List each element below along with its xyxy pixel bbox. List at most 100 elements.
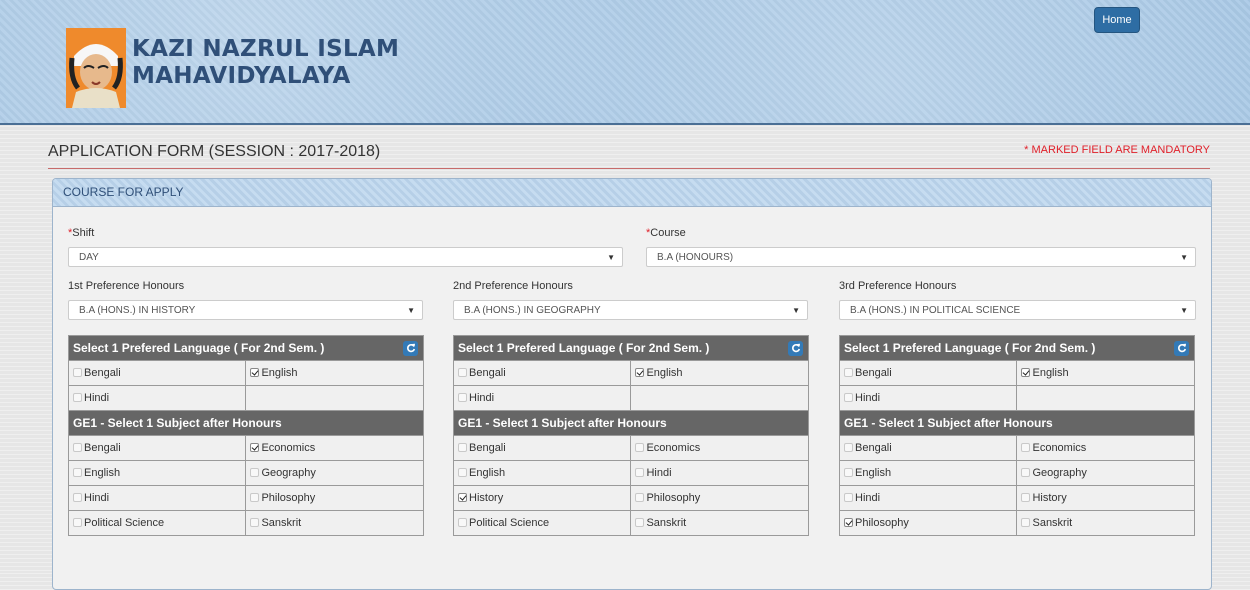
option-cell[interactable]: Economics	[245, 435, 424, 461]
ge-header-row: GE1 - Select 1 Subject after Honours	[839, 410, 1195, 436]
option-cell[interactable]: History	[1016, 485, 1195, 511]
option-cell[interactable]: Hindi	[630, 460, 809, 486]
checkbox[interactable]	[73, 368, 82, 377]
table-row: Political Science Sanskrit	[452, 510, 809, 536]
checkbox[interactable]	[844, 493, 853, 502]
option-cell[interactable]: Geography	[1016, 460, 1195, 486]
refresh-icon[interactable]	[403, 340, 418, 356]
empty-cell	[245, 385, 424, 411]
checkbox[interactable]	[73, 518, 82, 527]
refresh-icon[interactable]	[1174, 340, 1189, 356]
option-cell[interactable]: Sanskrit	[1016, 510, 1195, 536]
checkbox[interactable]	[844, 393, 853, 402]
checkbox[interactable]	[635, 443, 645, 452]
table-row: English Geography	[838, 460, 1195, 486]
option-cell[interactable]: Bengali	[838, 435, 1018, 461]
checkbox[interactable]	[73, 493, 82, 502]
checkbox[interactable]	[844, 368, 853, 377]
checkbox[interactable]	[1021, 468, 1031, 477]
checkbox[interactable]	[1021, 493, 1031, 502]
ge-title: GE1 - Select 1 Subject after Honours	[839, 410, 1195, 436]
checkbox[interactable]	[458, 443, 467, 452]
option-cell[interactable]: English	[67, 460, 247, 486]
option-cell[interactable]: English	[838, 460, 1018, 486]
checkbox[interactable]	[250, 518, 260, 527]
option-cell[interactable]: Bengali	[452, 435, 632, 461]
option-cell[interactable]: Hindi	[67, 485, 247, 511]
checkbox[interactable]	[250, 468, 260, 477]
checkbox[interactable]	[635, 493, 645, 502]
option-cell[interactable]: Geography	[245, 460, 424, 486]
checkbox[interactable]	[635, 518, 645, 527]
table-row: Bengali Economics	[452, 435, 809, 461]
option-cell[interactable]: Bengali	[452, 360, 632, 386]
shift-select[interactable]: DAY ▼	[68, 247, 623, 267]
option-cell[interactable]: Economics	[630, 435, 809, 461]
checkbox[interactable]	[250, 493, 260, 502]
course-select[interactable]: B.A (HONOURS) ▼	[646, 247, 1196, 267]
checkbox[interactable]	[844, 518, 853, 527]
preference-select[interactable]: B.A (HONS.) IN HISTORY ▼	[68, 300, 423, 320]
checkbox[interactable]	[1021, 518, 1031, 527]
option-label: Geography	[1032, 467, 1087, 479]
option-cell[interactable]: Philosophy	[245, 485, 424, 511]
option-label: Geography	[261, 467, 316, 479]
site-header: KAZI NAZRUL ISLAM MAHAVIDYALAYA Home	[0, 0, 1250, 125]
checkbox[interactable]	[458, 518, 467, 527]
language-header-row: Select 1 Prefered Language ( For 2nd Sem…	[453, 335, 809, 361]
panel-heading: COURSE FOR APPLY	[53, 179, 1211, 207]
checkbox[interactable]	[635, 368, 645, 377]
checkbox[interactable]	[458, 493, 467, 502]
option-label: History	[469, 492, 504, 504]
option-cell[interactable]: English	[452, 460, 632, 486]
option-cell[interactable]: Political Science	[452, 510, 632, 536]
refresh-icon[interactable]	[788, 340, 803, 356]
option-cell[interactable]: Philosophy	[630, 485, 809, 511]
college-name-line2: MAHAVIDYALAYA	[132, 63, 351, 89]
option-cell[interactable]: Bengali	[67, 435, 247, 461]
checkbox[interactable]	[458, 393, 467, 402]
option-label: History	[1032, 492, 1067, 504]
option-cell[interactable]: Political Science	[67, 510, 247, 536]
checkbox[interactable]	[73, 443, 82, 452]
option-cell[interactable]: English	[245, 360, 424, 386]
option-cell[interactable]: Hindi	[838, 385, 1018, 411]
table-row: Bengali English	[838, 360, 1195, 386]
checkbox[interactable]	[458, 368, 467, 377]
option-cell[interactable]: Sanskrit	[630, 510, 809, 536]
course-select-value: B.A (HONOURS)	[657, 252, 734, 263]
option-cell[interactable]: Bengali	[67, 360, 247, 386]
option-cell[interactable]: Hindi	[838, 485, 1018, 511]
table-row: Bengali English	[67, 360, 424, 386]
checkbox[interactable]	[1021, 443, 1031, 452]
option-cell[interactable]: History	[452, 485, 632, 511]
language-header: Select 1 Prefered Language ( For 2nd Sem…	[453, 335, 809, 361]
checkbox[interactable]	[844, 443, 853, 452]
home-button[interactable]: Home	[1094, 7, 1140, 33]
option-cell[interactable]: Economics	[1016, 435, 1195, 461]
caret-down-icon: ▼	[1180, 253, 1188, 262]
option-label: Bengali	[855, 442, 892, 454]
option-label: Bengali	[84, 367, 121, 379]
option-cell[interactable]: Hindi	[452, 385, 632, 411]
option-cell[interactable]: Bengali	[838, 360, 1018, 386]
checkbox[interactable]	[250, 443, 260, 452]
option-cell[interactable]: English	[1016, 360, 1195, 386]
checkbox[interactable]	[844, 468, 853, 477]
language-header: Select 1 Prefered Language ( For 2nd Sem…	[68, 335, 424, 361]
preference-select[interactable]: B.A (HONS.) IN POLITICAL SCIENCE ▼	[839, 300, 1196, 320]
preference-label: 3rd Preference Honours	[839, 280, 957, 292]
checkbox[interactable]	[458, 468, 467, 477]
checkbox[interactable]	[1021, 368, 1031, 377]
checkbox[interactable]	[73, 468, 82, 477]
option-cell[interactable]: Sanskrit	[245, 510, 424, 536]
option-cell[interactable]: English	[630, 360, 809, 386]
caret-down-icon: ▼	[792, 306, 800, 315]
option-cell[interactable]: Philosophy	[838, 510, 1018, 536]
option-cell[interactable]: Hindi	[67, 385, 247, 411]
checkbox[interactable]	[250, 368, 260, 377]
table-row: History Philosophy	[452, 485, 809, 511]
checkbox[interactable]	[73, 393, 82, 402]
preference-select[interactable]: B.A (HONS.) IN GEOGRAPHY ▼	[453, 300, 808, 320]
checkbox[interactable]	[635, 468, 645, 477]
